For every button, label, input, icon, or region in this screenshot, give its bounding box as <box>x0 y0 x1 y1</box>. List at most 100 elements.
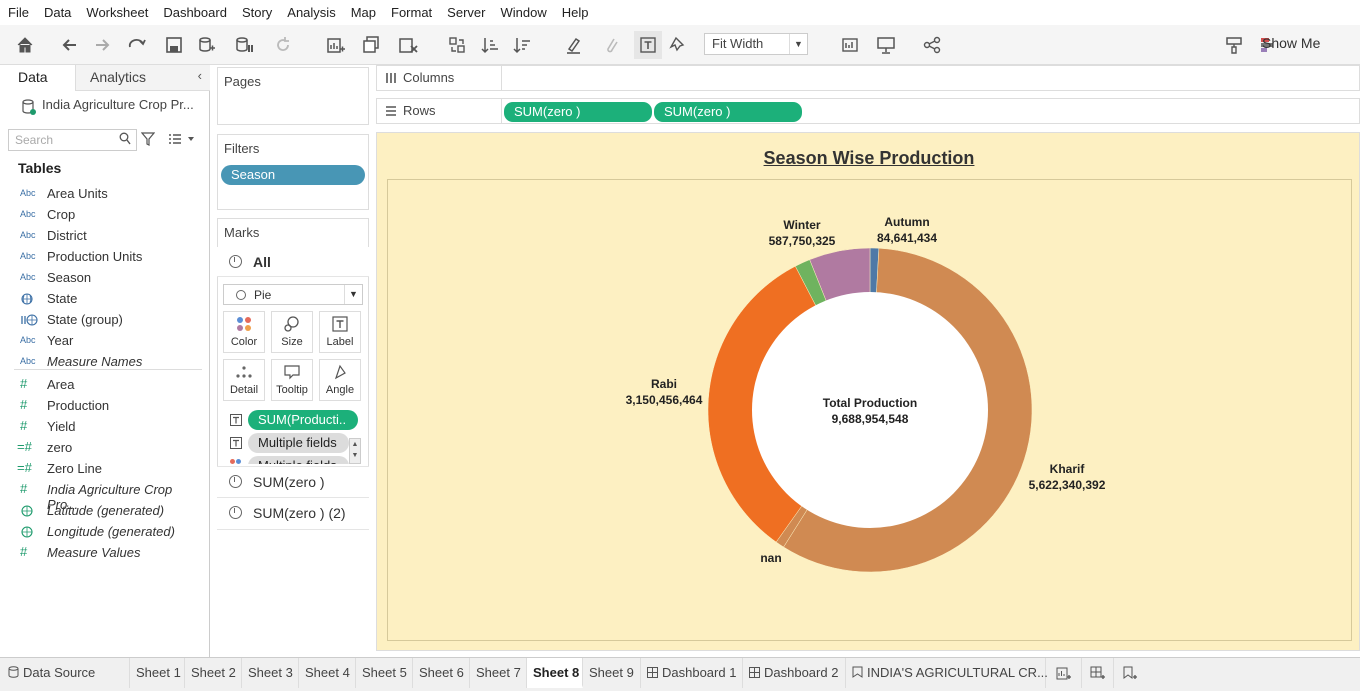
marks-row-sum-zero-2[interactable]: SUM(zero ) (2) <box>217 498 369 530</box>
new-story-tab-button[interactable] <box>1114 658 1146 688</box>
detail-button[interactable]: Detail <box>223 359 265 401</box>
new-dashboard-tab-button[interactable] <box>1082 658 1114 688</box>
color-button[interactable]: Color <box>223 311 265 353</box>
marks-row-sum-zero[interactable]: SUM(zero ) <box>217 466 369 498</box>
menu-analysis[interactable]: Analysis <box>287 5 335 20</box>
field-record-count[interactable]: # India Agriculture Crop Pro... <box>0 480 205 512</box>
tab-sheet-3[interactable]: Sheet 3 <box>242 658 299 688</box>
group-members-icon[interactable] <box>594 34 630 56</box>
field-longitude[interactable]: Longitude (generated) <box>0 522 205 542</box>
tab-sheet-2[interactable]: Sheet 2 <box>185 658 242 688</box>
menu-worksheet[interactable]: Worksheet <box>86 5 148 20</box>
field-crop[interactable]: Abc Crop <box>0 205 205 225</box>
donut-chart[interactable] <box>377 133 1360 652</box>
tab-label: INDIA'S AGRICULTURAL CR... <box>867 665 1048 680</box>
save-icon[interactable] <box>163 34 185 56</box>
clear-sheet-icon[interactable] <box>390 34 426 56</box>
scroll-down-icon[interactable]: ▼ <box>350 450 360 461</box>
data-source-name[interactable]: India Agriculture Crop Pr... <box>42 97 194 112</box>
cycle-fields-icon[interactable] <box>120 34 154 56</box>
filter-icon[interactable] <box>141 131 155 147</box>
marks-scrollbar[interactable]: ▲ ▼ <box>349 438 361 464</box>
tab-dashboard-1[interactable]: Dashboard 1 <box>641 658 743 688</box>
format-painter-icon[interactable] <box>1223 34 1245 56</box>
field-district[interactable]: Abc District <box>0 226 205 246</box>
highlight-icon[interactable] <box>556 34 592 56</box>
rows-pill-sum-zero-2[interactable]: SUM(zero ) <box>654 102 802 122</box>
marks-all-row[interactable]: All <box>217 247 369 277</box>
columns-shelf[interactable]: Columns <box>376 65 1360 91</box>
menu-story[interactable]: Story <box>242 5 272 20</box>
menu-dashboard[interactable]: Dashboard <box>163 5 227 20</box>
dashboard-icon <box>749 667 760 678</box>
swap-rows-columns-icon[interactable] <box>446 34 468 56</box>
tab-sheet-1[interactable]: Sheet 1 <box>130 658 185 688</box>
tab-sheet-4[interactable]: Sheet 4 <box>299 658 356 688</box>
mark-type-dropdown[interactable]: Pie ▼ <box>223 284 363 305</box>
presentation-mode-icon[interactable] <box>875 34 897 56</box>
pause-updates-icon[interactable] <box>226 34 262 56</box>
share-icon[interactable] <box>921 34 943 56</box>
tooltip-button[interactable]: Tooltip <box>271 359 313 401</box>
menu-data[interactable]: Data <box>44 5 71 20</box>
tab-sheet-7[interactable]: Sheet 7 <box>470 658 527 688</box>
undo-icon[interactable] <box>58 34 82 56</box>
menu-map[interactable]: Map <box>351 5 376 20</box>
home-icon[interactable] <box>12 34 38 56</box>
label-pill-production[interactable]: SUM(Producti.. <box>248 410 358 430</box>
show-mark-labels-icon[interactable] <box>634 31 662 59</box>
field-zero[interactable]: =# zero <box>0 438 205 458</box>
field-measure-values[interactable]: # Measure Values <box>0 543 205 563</box>
fix-axes-icon[interactable] <box>667 34 689 56</box>
show-me-button[interactable]: Show Me <box>1262 35 1320 51</box>
field-area-units[interactable]: Abc Area Units <box>0 184 205 204</box>
duplicate-icon[interactable] <box>360 34 382 56</box>
pages-shelf[interactable]: Pages <box>217 67 369 125</box>
field-state-group[interactable]: State (group) <box>0 310 205 330</box>
scroll-up-icon[interactable]: ▲ <box>350 439 360 450</box>
field-latitude[interactable]: Latitude (generated) <box>0 501 205 521</box>
new-worksheet-tab-button[interactable] <box>1046 658 1082 688</box>
search-input[interactable]: Search <box>8 129 137 151</box>
rows-pill-sum-zero-1[interactable]: SUM(zero ) <box>504 102 652 122</box>
field-season[interactable]: Abc Season <box>0 268 205 288</box>
sort-descending-icon[interactable] <box>511 34 533 56</box>
view-options-icon[interactable] <box>168 133 196 145</box>
fit-width-dropdown[interactable]: Fit Width ▼ <box>704 33 808 55</box>
new-worksheet-icon[interactable] <box>318 34 354 56</box>
redo-icon[interactable] <box>90 34 114 56</box>
color-pill-multiple-fields[interactable]: Multiple fields <box>248 456 349 464</box>
label-pill-multiple-fields[interactable]: Multiple fields <box>248 433 349 453</box>
tab-dashboard-2[interactable]: Dashboard 2 <box>743 658 846 688</box>
tab-sheet-9[interactable]: Sheet 9 <box>583 658 641 688</box>
field-state[interactable]: State <box>0 289 205 309</box>
tab-label: Sheet 1 <box>136 665 181 680</box>
new-data-source-icon[interactable] <box>195 34 217 56</box>
refresh-icon[interactable] <box>265 34 301 56</box>
menu-server[interactable]: Server <box>447 5 485 20</box>
field-yield[interactable]: # Yield <box>0 417 205 437</box>
collapse-pane-icon[interactable]: ‹ <box>198 68 202 83</box>
tab-analytics[interactable]: Analytics ‹ <box>76 65 210 91</box>
tab-sheet-6[interactable]: Sheet 6 <box>413 658 470 688</box>
field-production[interactable]: # Production <box>0 396 205 416</box>
show-hide-cards-icon[interactable] <box>834 34 868 56</box>
menu-file[interactable]: File <box>8 5 29 20</box>
menu-format[interactable]: Format <box>391 5 432 20</box>
filter-pill-season[interactable]: Season <box>221 165 365 185</box>
menu-help[interactable]: Help <box>562 5 589 20</box>
menu-window[interactable]: Window <box>500 5 546 20</box>
tab-sheet-8[interactable]: Sheet 8 <box>527 658 583 688</box>
field-area[interactable]: # Area <box>0 375 205 395</box>
sort-ascending-icon[interactable] <box>479 34 501 56</box>
field-zero-line[interactable]: =# Zero Line <box>0 459 205 479</box>
label-button[interactable]: Label <box>319 311 361 353</box>
size-button[interactable]: Size <box>271 311 313 353</box>
tab-sheet-5[interactable]: Sheet 5 <box>356 658 413 688</box>
tab-data-source[interactable]: Data Source <box>0 658 130 688</box>
tab-story[interactable]: INDIA'S AGRICULTURAL CR... <box>846 658 1048 688</box>
tab-data[interactable]: Data <box>0 65 76 91</box>
field-year[interactable]: Abc Year <box>0 331 205 351</box>
field-production-units[interactable]: Abc Production Units <box>0 247 205 267</box>
angle-button[interactable]: Angle <box>319 359 361 401</box>
